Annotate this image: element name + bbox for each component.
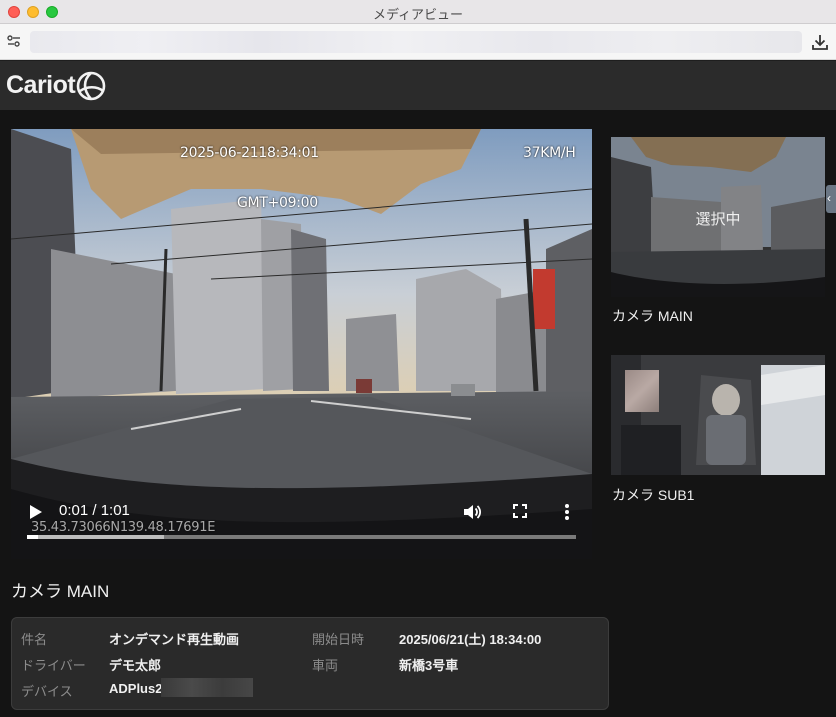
download-icon[interactable] (810, 32, 830, 52)
window-titlebar: メディアビュー (0, 0, 836, 24)
time-display: 0:01 / 1:01 (59, 502, 130, 519)
more-options-icon[interactable] (560, 501, 574, 523)
app-header: Cariot (0, 61, 836, 110)
redacted-device-id (161, 678, 253, 697)
overlay-timezone: GMT+09:00 (237, 195, 318, 211)
volume-icon[interactable] (461, 501, 483, 523)
window-title: メディアビュー (372, 7, 464, 22)
start-time-value: 2025/06/21(土) 18:34:00 (399, 632, 542, 647)
camera-main-thumbnail[interactable]: 選択中 (611, 137, 825, 297)
camera-sub1-thumbnail[interactable] (611, 355, 825, 475)
collapse-panel-handle[interactable]: ‹ (826, 185, 836, 213)
selected-camera-title: カメラ MAIN (11, 582, 110, 601)
overlay-gps-coordinates: 35.43.73066N139.48.17691E (31, 520, 216, 535)
device-label: デバイス (21, 684, 73, 699)
vehicle-label: 車両 (312, 658, 339, 673)
selected-badge: 選択中 (695, 211, 741, 228)
overlay-timestamp: 2025-06-2118:34:01 (180, 145, 319, 161)
site-settings-icon[interactable] (6, 33, 22, 49)
subject-value: オンデマンド再生動画 (109, 632, 240, 647)
address-bar[interactable] (30, 31, 802, 53)
progress-bar[interactable] (27, 535, 576, 539)
app-logo-text: Cariot (6, 71, 76, 99)
progress-played (27, 535, 38, 539)
overlay-speed: 37KM/H (523, 145, 576, 161)
chevron-left-icon: ‹ (827, 191, 831, 205)
camera-main-label[interactable]: カメラ MAIN (612, 306, 693, 326)
start-time-label: 開始日時 (312, 632, 365, 647)
driver-label: ドライバー (21, 658, 86, 673)
browser-toolbar (0, 24, 836, 60)
privacy-blur (625, 370, 659, 412)
main-video-player[interactable]: 2025-06-2118:34:01 37KM/H GMT+09:00 35.4… (11, 129, 592, 559)
vehicle-value: 新橋3号車 (399, 658, 459, 673)
fullscreen-icon[interactable] (510, 501, 530, 521)
play-icon[interactable] (23, 500, 47, 524)
video-frame (11, 129, 592, 559)
device-value: ADPlus2- (109, 681, 167, 696)
cariot-logo-icon (75, 70, 107, 102)
driver-value: デモ太郎 (109, 658, 162, 673)
camera-sub1-label[interactable]: カメラ SUB1 (612, 485, 694, 505)
progress-buffered (27, 535, 165, 539)
subject-label: 件名 (21, 632, 48, 647)
